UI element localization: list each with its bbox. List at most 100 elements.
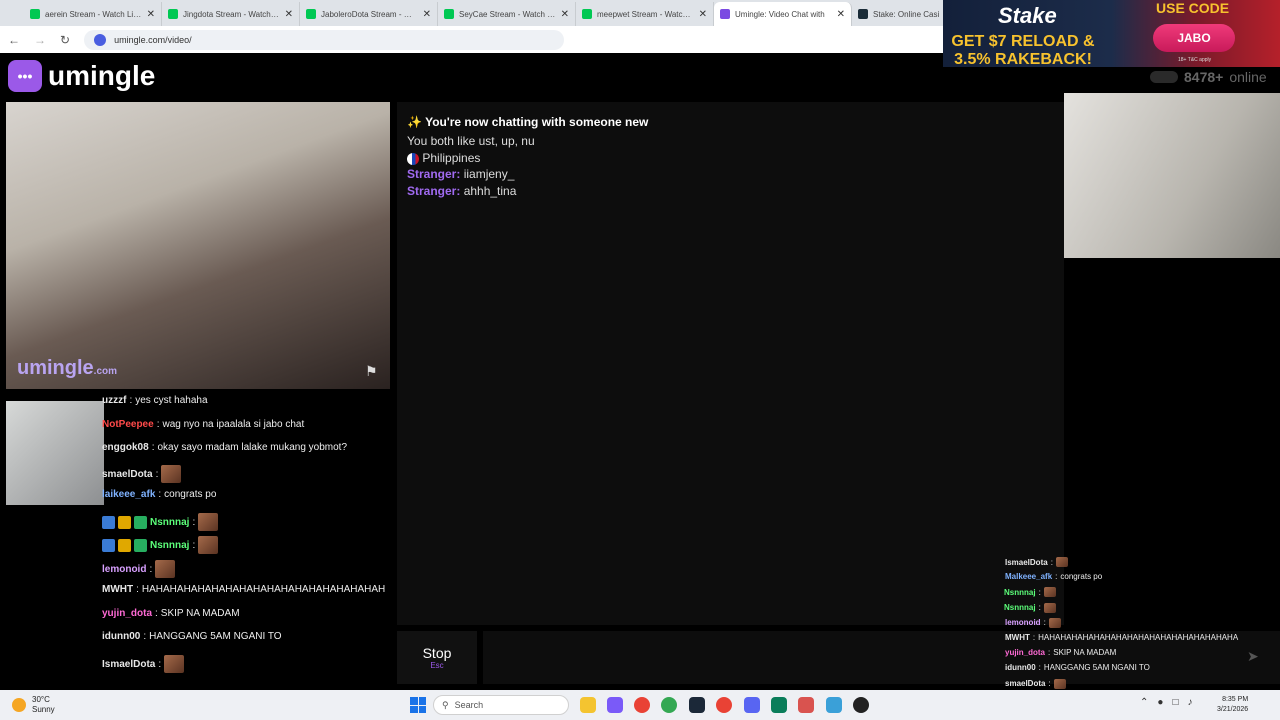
stream-chat-message: Nsnnnaj: <box>102 513 219 531</box>
chat-username: laikeee_afk <box>102 489 156 500</box>
browser-tab[interactable]: JaboleroDota Stream - Watch ✕ <box>300 2 438 26</box>
steam-icon[interactable] <box>689 697 705 713</box>
url-text: umingle.com/video/ <box>114 34 192 45</box>
back-icon[interactable]: ← <box>8 33 20 47</box>
chrome-profile-icon[interactable] <box>661 697 677 713</box>
chat-username: lemonoid <box>1005 618 1041 628</box>
chat-username: MWHT <box>1005 633 1030 642</box>
send-icon[interactable]: ➤ <box>1247 648 1269 666</box>
chat-username: Nsnnnaj <box>150 516 190 528</box>
stream-chat-message: idunn00: HANGGANG 5AM NGANI TO <box>102 631 282 642</box>
tab-label: Jingdota Stream - Watch Live <box>183 9 280 19</box>
chat-text: SKIP NA MADAM <box>1053 648 1117 658</box>
emote-icon <box>1048 617 1061 628</box>
browser-tab[interactable]: Umingle: Video Chat with ✕ <box>714 2 852 26</box>
tab-label: aerein Stream - Watch Live o <box>45 9 142 19</box>
browser-tab[interactable]: meepwet Stream - Watch Liv ✕ <box>576 2 714 26</box>
chat-headline: ✨ You're now chatting with someone new <box>407 115 649 129</box>
chrome-alt-icon[interactable] <box>716 697 732 713</box>
chat-username: smaelDota <box>1005 679 1046 689</box>
app-icon[interactable] <box>853 697 869 713</box>
close-icon[interactable]: ✕ <box>699 9 707 20</box>
tab-favicon-icon <box>306 9 316 19</box>
close-icon[interactable]: ✕ <box>423 9 431 20</box>
overlay-chat-message: IsmaelDota: <box>1005 557 1068 567</box>
overlay-chat-message: idunn00: HANGGANG 5AM NGANI TO <box>1005 663 1150 673</box>
search-icon: ⚲ <box>442 699 449 710</box>
stranger-country: Philippines <box>407 151 480 165</box>
weather-widget[interactable]: 30°C Sunny <box>12 695 55 715</box>
emote-icon <box>164 655 185 673</box>
tab-label: meepwet Stream - Watch Liv <box>597 9 694 19</box>
ad-code-button[interactable]: JABO <box>1153 24 1235 52</box>
chat-bubble-icon: ••• <box>8 60 42 92</box>
url-field[interactable]: umingle.com/video/ <box>84 29 565 50</box>
emote-icon <box>161 465 182 483</box>
start-icon[interactable] <box>410 697 426 713</box>
chat-username: uzzzf <box>102 395 127 406</box>
emote-icon <box>1053 678 1066 689</box>
online-toggle[interactable] <box>1150 71 1178 83</box>
close-icon[interactable]: ✕ <box>285 9 293 20</box>
sparkle-icon: ✨ <box>407 115 422 129</box>
copilot-icon[interactable] <box>607 697 623 713</box>
reload-icon[interactable]: ↻ <box>60 33 70 47</box>
chat-username: Malkeee_afk <box>1005 572 1053 582</box>
app-icon[interactable] <box>826 697 842 713</box>
overlay-chat-message: yujin_dota: SKIP NA MADAM <box>1005 648 1117 658</box>
tab-favicon-icon <box>582 9 592 19</box>
crown-icon <box>118 515 131 529</box>
tab-label: Umingle: Video Chat with <box>735 9 825 19</box>
umingle-logo[interactable]: ••• umingle <box>8 60 155 92</box>
clock[interactable]: 8:35 PM 3/21/2026 <box>1217 695 1248 715</box>
close-icon[interactable]: ✕ <box>837 9 845 20</box>
volume-icon[interactable]: ♪ <box>1187 697 1192 708</box>
mic-icon[interactable]: ● <box>1157 697 1163 708</box>
stop-button[interactable]: Stop Esc <box>397 631 477 684</box>
online-count: 8478+ <box>1184 69 1224 85</box>
close-icon[interactable]: ✕ <box>561 9 569 20</box>
obs-icon[interactable] <box>798 697 814 713</box>
forward-icon[interactable]: → <box>34 33 46 47</box>
file-explorer-icon[interactable] <box>580 697 596 713</box>
chrome-icon[interactable] <box>634 697 650 713</box>
tab-favicon-icon <box>444 9 454 19</box>
chat-username: yujin_dota <box>1005 648 1046 658</box>
network-icon[interactable]: □ <box>1172 697 1178 708</box>
taskbar-search[interactable]: ⚲ Search <box>433 695 569 715</box>
overlay-chat-message: Nsnnnaj: <box>1004 602 1056 613</box>
umingle-watermark: umingle.com <box>17 357 118 379</box>
overlay-chat-message: smaelDota: <box>1005 678 1066 689</box>
chat-username: idunn00 <box>1005 663 1036 673</box>
tab-favicon-icon <box>30 9 40 19</box>
stream-chat-message: uzzzf: yes cyst hahaha <box>102 395 208 406</box>
browser-tab[interactable]: aerein Stream - Watch Live o ✕ <box>24 2 162 26</box>
stream-chat-message: MWHT: HAHAHAHAHAHAHAHAHAHAHAHAHAHAHAHAHA… <box>102 584 386 595</box>
emote-icon <box>1043 602 1056 613</box>
chat-username: smaelDota <box>102 468 153 480</box>
browser-tab[interactable]: SeyCae Stream - Watch Live ✕ <box>438 2 576 26</box>
chevron-up-icon[interactable]: ⌃ <box>1140 697 1148 708</box>
chat-text: okay sayo madam lalake mukang yobmot? <box>157 442 348 453</box>
ad-brand: Stake <box>998 3 1057 28</box>
browser-tab[interactable]: Jingdota Stream - Watch Live ✕ <box>162 2 300 26</box>
close-icon[interactable]: ✕ <box>147 9 155 20</box>
tab-favicon-icon <box>168 9 178 19</box>
stake-ad-banner[interactable]: Stake GET $7 RELOAD & 3.5% RAKEBACK! USE… <box>943 0 1280 68</box>
chat-panel: ✨ You're now chatting with someone new Y… <box>397 102 1064 625</box>
overlay-chat-message: Nsnnnaj: <box>1004 587 1056 598</box>
stream-chat-message: laikeee_afk: congrats po <box>102 489 217 500</box>
app-icon[interactable] <box>771 697 787 713</box>
chat-text: congrats po <box>1060 572 1103 582</box>
chat-username: lemonoid <box>102 563 147 575</box>
report-flag-icon[interactable]: ⚑ <box>365 363 378 380</box>
site-info-icon[interactable] <box>94 33 107 46</box>
online-label: online <box>1229 69 1267 85</box>
discord-icon[interactable] <box>744 697 760 713</box>
stranger-video: umingle.com ⚑ <box>6 102 390 389</box>
chat-text: SKIP NA MADAM <box>160 608 240 619</box>
chat-text: congrats po <box>164 489 217 500</box>
badge-icon <box>134 515 147 529</box>
chat-message: Stranger: ahhh_tina <box>407 184 517 198</box>
stream-chat-message: yujin_dota: SKIP NA MADAM <box>102 608 240 619</box>
